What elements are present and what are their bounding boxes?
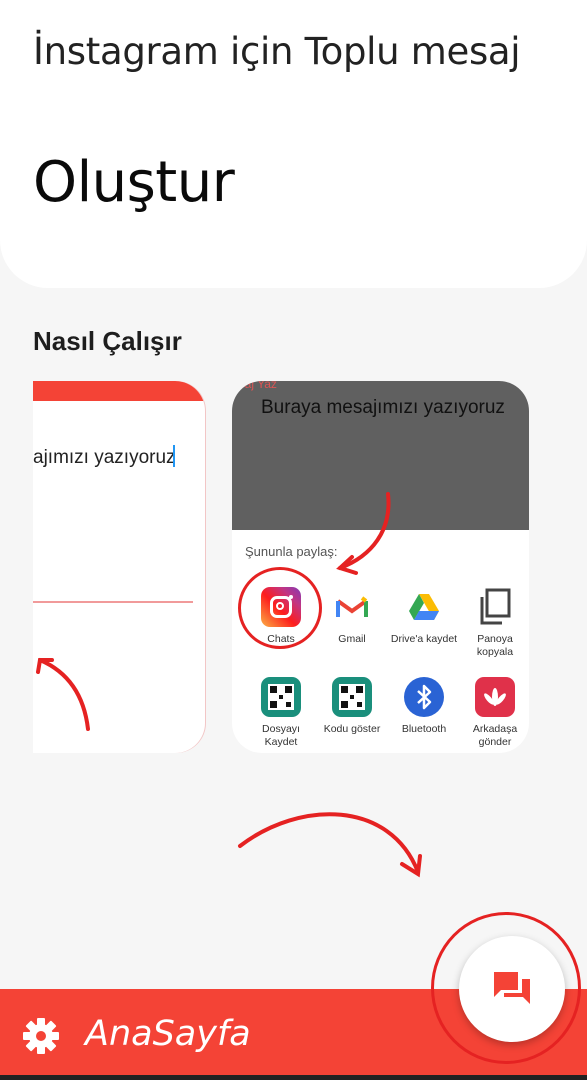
text-caret bbox=[173, 445, 175, 467]
share-target-save-file[interactable]: Dosyayı Kaydet bbox=[245, 677, 317, 749]
highlight-circle bbox=[431, 912, 581, 1064]
share-target-label: Drive'a kaydet bbox=[390, 633, 458, 645]
gmail-icon bbox=[332, 587, 372, 627]
message-field-label: esaj Yaz bbox=[232, 381, 277, 391]
gear-icon[interactable] bbox=[22, 1017, 60, 1060]
huawei-icon bbox=[475, 677, 515, 717]
tutorial-card-left[interactable]: ajımızı yazıyoruz bbox=[33, 381, 205, 753]
share-target-gmail[interactable]: Gmail bbox=[316, 587, 388, 646]
share-target-label: Dosyayı Kaydet bbox=[262, 723, 300, 748]
share-target-drive[interactable]: Drive'a kaydet bbox=[388, 587, 460, 646]
dimmed-message-area: esaj Yaz Buraya mesajımızı yazıyoruz bbox=[232, 381, 529, 530]
bottom-edge bbox=[0, 1075, 587, 1080]
share-sheet-title: Şununla paylaş: bbox=[245, 544, 338, 559]
qr-code-icon bbox=[261, 677, 301, 717]
highlight-circle bbox=[238, 567, 322, 649]
app-title: İnstagram için Toplu mesaj bbox=[33, 30, 521, 73]
bluetooth-icon bbox=[404, 677, 444, 717]
page-headline: Oluştur bbox=[33, 150, 235, 215]
share-target-label: Panoya kopyala bbox=[476, 633, 514, 658]
message-preview-text: Buraya mesajımızı yazıyoruz bbox=[261, 397, 505, 418]
header-card: İnstagram için Toplu mesaj Oluştur bbox=[0, 0, 587, 288]
input-underline bbox=[33, 601, 193, 603]
share-target-show-code[interactable]: Kodu göster bbox=[316, 677, 388, 736]
share-target-bluetooth[interactable]: Bluetooth bbox=[388, 677, 460, 736]
share-target-label: Bluetooth bbox=[401, 723, 447, 735]
share-target-label: Kodu göster bbox=[323, 723, 381, 735]
copy-icon bbox=[475, 587, 515, 627]
typed-message-text: ajımızı yazıyoruz bbox=[33, 447, 176, 468]
share-target-send-friend[interactable]: Arkadaşa gönder bbox=[459, 677, 529, 749]
section-title: Nasıl Çalışır bbox=[33, 326, 182, 356]
nav-home-label[interactable]: AnaSayfa bbox=[85, 1014, 251, 1054]
google-drive-icon bbox=[404, 587, 444, 627]
share-target-copy[interactable]: Panoya kopyala bbox=[459, 587, 529, 659]
qr-code-icon bbox=[332, 677, 372, 717]
card-header-bar bbox=[33, 381, 205, 401]
share-target-label: Arkadaşa gönder bbox=[472, 723, 518, 748]
share-target-label: Gmail bbox=[338, 633, 366, 645]
